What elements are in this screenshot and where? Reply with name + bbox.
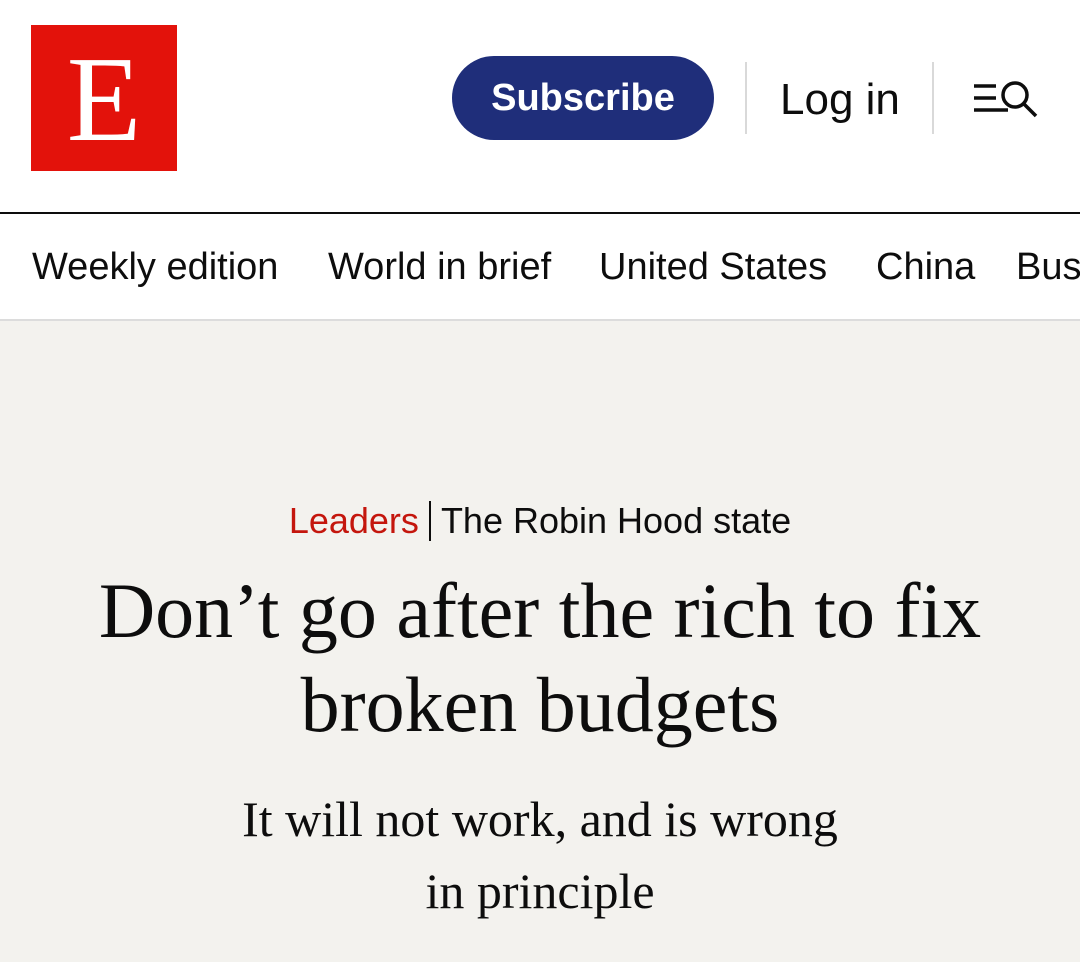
nav-item-world-in-brief[interactable]: World in brief	[328, 244, 551, 290]
menu-search-glyph	[974, 81, 1038, 118]
nav-item-weekly-edition[interactable]: Weekly edition	[32, 244, 278, 290]
menu-search-icon[interactable]	[970, 74, 1042, 122]
logo-letter: E	[66, 32, 142, 167]
economist-logo[interactable]: E	[31, 25, 177, 171]
article-headline: Don’t go after the rich to fix broken bu…	[98, 567, 982, 748]
subscribe-button[interactable]: Subscribe	[452, 56, 714, 140]
section-link[interactable]: Leaders	[289, 500, 419, 541]
nav-item-business[interactable]: Business	[1016, 244, 1080, 290]
article-rubric: Leaders The Robin Hood state	[0, 499, 1080, 543]
nav-item-united-states[interactable]: United States	[599, 244, 827, 290]
header-divider	[745, 62, 747, 134]
article-standfirst: It will not work, and is wrong in princi…	[242, 791, 838, 919]
nav-item-china[interactable]: China	[876, 244, 975, 290]
section-nav: Weekly edition World in brief United Sta…	[0, 214, 1080, 319]
login-link[interactable]: Log in	[780, 70, 900, 130]
article-hero: Leaders The Robin Hood state Don’t go aft…	[0, 321, 1080, 962]
rubric-text: The Robin Hood state	[440, 500, 792, 541]
header-divider	[932, 62, 934, 134]
site-header: E Subscribe Log in	[0, 0, 1080, 213]
rubric-divider	[428, 501, 431, 541]
